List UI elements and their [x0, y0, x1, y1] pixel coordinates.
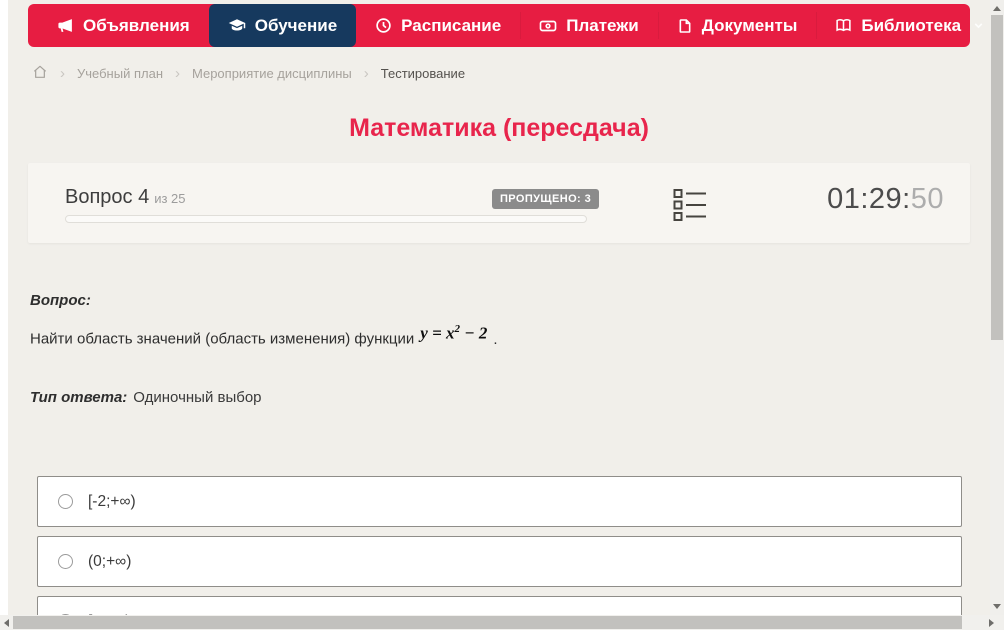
- breadcrumb-discipline-event[interactable]: Мероприятие дисциплины: [192, 66, 352, 81]
- scroll-up-arrow[interactable]: [993, 6, 1001, 11]
- answer-option-1[interactable]: [-2;+∞): [37, 476, 962, 527]
- question-number: Вопрос 4 из 25: [65, 186, 186, 208]
- page-title: Математика (пересдача): [349, 114, 649, 142]
- vertical-scrollbar-thumb[interactable]: [991, 15, 1003, 340]
- question-section-label: Вопрос:: [30, 292, 91, 309]
- scroll-right-arrow[interactable]: [989, 619, 994, 627]
- radio-button[interactable]: [58, 554, 73, 569]
- browser-left-edge: [0, 0, 8, 615]
- nav-item-payments[interactable]: Платежи: [520, 4, 658, 47]
- answer-type-row: Тип ответа: Одиночный выбор: [30, 389, 262, 406]
- nav-item-label: Обучение: [254, 15, 338, 35]
- radio-button[interactable]: [58, 494, 73, 509]
- breadcrumb-separator: ›: [60, 64, 65, 82]
- megaphone-icon: [57, 17, 74, 34]
- document-icon: [677, 18, 693, 34]
- question-text: Найти область значений (область изменени…: [30, 330, 415, 348]
- timer-hh-mm: 01:29:: [827, 183, 911, 215]
- nav-item-label: Библиотека: [861, 15, 962, 35]
- scroll-down-arrow[interactable]: [993, 604, 1001, 609]
- banknote-icon: [539, 17, 557, 35]
- home-icon[interactable]: [32, 64, 48, 83]
- nav-item-schedule[interactable]: Расписание: [356, 4, 520, 47]
- nav-item-label: Платежи: [566, 15, 639, 35]
- skipped-badge: ПРОПУЩЕНО: 3: [492, 189, 600, 209]
- formula-image: y = x2 − 2: [420, 323, 488, 343]
- answer-option-label: [-2;+∞): [88, 492, 136, 510]
- breadcrumb-separator: ›: [363, 64, 369, 82]
- question-list-icon[interactable]: [673, 188, 707, 222]
- clock-icon: [375, 17, 392, 34]
- breadcrumb-testing-current: Тестирование: [380, 65, 466, 81]
- nav-item-label: Объявления: [83, 15, 190, 35]
- nav-item-learning[interactable]: Обучение: [208, 4, 357, 47]
- chevron-down-icon: [972, 19, 985, 32]
- nav-item-announcements[interactable]: Объявления: [38, 4, 209, 47]
- main-navigation: Объявления Обучение Расписание Платежи Д…: [28, 4, 983, 47]
- nav-item-label: Расписание: [401, 15, 502, 35]
- scroll-left-arrow[interactable]: [4, 619, 9, 627]
- nav-item-documents[interactable]: Документы: [657, 4, 817, 47]
- question-progress-bar: [65, 215, 587, 223]
- answer-option-2[interactable]: (0;+∞): [37, 536, 962, 587]
- breadcrumb-curriculum[interactable]: Учебный план: [77, 66, 163, 81]
- sentence-end: .: [493, 330, 498, 348]
- answer-type-label: Тип ответа:: [30, 389, 128, 406]
- exam-timer: 01:29:50: [827, 183, 944, 216]
- breadcrumb-separator: ›: [175, 64, 180, 82]
- breadcrumb: › Учебный план › Мероприятие дисциплины …: [32, 62, 465, 84]
- book-icon: [835, 17, 852, 34]
- graduation-cap-icon: [228, 17, 246, 35]
- question-total: из 25: [154, 191, 186, 206]
- quiz-header-card: Вопрос 4 из 25 ПРОПУЩЕНО: 3 01:29:50: [28, 163, 970, 243]
- nav-item-label: Документы: [701, 15, 798, 35]
- horizontal-scrollbar-thumb[interactable]: [13, 616, 962, 629]
- nav-item-library[interactable]: Библиотека: [816, 4, 1004, 47]
- answer-type-value: Одиночный выбор: [133, 389, 262, 406]
- horizontal-scrollbar[interactable]: [0, 615, 1004, 630]
- question-text-row: Найти область значений (область изменени…: [30, 323, 498, 349]
- timer-seconds: 50: [910, 183, 944, 215]
- answer-options: [-2;+∞) (0;+∞) [2;+∞): [37, 476, 962, 630]
- vertical-scrollbar[interactable]: [990, 0, 1004, 615]
- answer-option-label: (0;+∞): [88, 552, 132, 570]
